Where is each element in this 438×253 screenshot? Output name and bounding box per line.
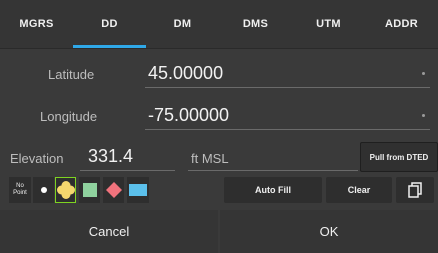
tab-label: DM [173, 18, 192, 30]
tab-label: MGRS [19, 18, 54, 30]
ok-button[interactable]: OK [220, 210, 438, 253]
tab-dm[interactable]: DM [146, 0, 219, 48]
rectangle-shape-button[interactable] [127, 177, 149, 203]
elevation-input[interactable]: 331.4 [88, 146, 133, 167]
square-shape-button[interactable] [79, 177, 100, 203]
tab-label: UTM [316, 18, 341, 30]
longitude-handle-icon [422, 114, 425, 117]
tab-label: DD [101, 18, 118, 30]
elevation-unit-underline [188, 170, 358, 171]
latitude-label: Latitude [48, 67, 95, 82]
latitude-underline [145, 87, 430, 88]
tab-label: ADDR [385, 18, 418, 30]
longitude-input[interactable]: -75.00000 [148, 105, 229, 126]
tab-mgrs[interactable]: MGRS [0, 0, 73, 48]
cancel-button[interactable]: Cancel [0, 210, 218, 253]
tab-addr[interactable]: ADDR [365, 0, 438, 48]
clear-button[interactable]: Clear [326, 177, 392, 203]
tab-dd[interactable]: DD [73, 0, 146, 48]
elevation-unit: ft MSL [191, 151, 229, 166]
circle-cluster-icon [57, 181, 75, 199]
no-point-button[interactable]: No Point [9, 177, 31, 203]
no-point-line1: No [16, 183, 24, 189]
dot-icon [40, 187, 47, 193]
diamond-shape-button[interactable] [103, 177, 124, 203]
diamond-icon [105, 182, 122, 198]
dot-shape-button[interactable] [33, 177, 54, 203]
auto-fill-button[interactable]: Auto Fill [224, 177, 322, 203]
tab-label: DMS [242, 18, 269, 30]
elevation-label: Elevation [10, 151, 64, 166]
rectangle-icon [129, 184, 147, 196]
elevation-underline [80, 170, 175, 171]
no-point-line2: Point [13, 190, 27, 196]
tab-utm[interactable]: UTM [292, 0, 365, 48]
coordinate-format-tabs: MGRS DD DM DMS UTM ADDR [0, 0, 438, 48]
longitude-underline [145, 129, 430, 130]
latitude-handle-icon [422, 72, 425, 75]
tab-dms[interactable]: DMS [219, 0, 292, 48]
copy-button[interactable] [396, 177, 434, 203]
pull-from-dted-button[interactable]: Pull from DTED [360, 142, 438, 172]
tabs-divider [0, 48, 438, 49]
copy-icon [408, 182, 422, 198]
square-icon [82, 183, 97, 197]
circle-shape-button[interactable] [55, 177, 76, 203]
latitude-input[interactable]: 45.00000 [148, 63, 223, 84]
longitude-label: Longitude [40, 109, 98, 124]
